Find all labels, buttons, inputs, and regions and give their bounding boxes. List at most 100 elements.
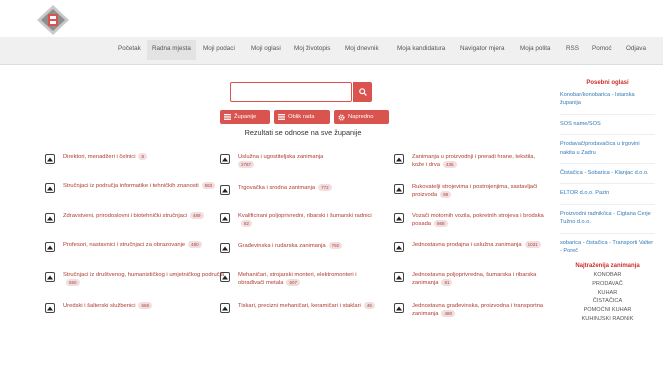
zupanije-button[interactable]: Županije bbox=[220, 110, 270, 124]
category-item[interactable]: Trgovačka i srodna zanimanja 772 bbox=[220, 184, 406, 195]
special-ad-link[interactable]: Konobar/konobarica - Istarska županija bbox=[560, 91, 655, 115]
nav-item-pomoc[interactable]: Pomoć bbox=[592, 45, 612, 52]
category-toggle-icon[interactable] bbox=[45, 183, 55, 193]
category-toggle-icon[interactable] bbox=[394, 213, 404, 223]
category-label: Rukovatelji strojevima i postrojenjima, … bbox=[412, 184, 538, 199]
top-job-link[interactable]: KUHAR bbox=[560, 289, 655, 298]
category-item[interactable]: Vozači motornih vozila, pokretnih stroje… bbox=[394, 212, 547, 229]
category-toggle-icon[interactable] bbox=[45, 154, 55, 164]
main-nav: Početak Radna mjesta Moji podaci Moji og… bbox=[0, 37, 663, 65]
category-item[interactable]: Uredski i šalterski službenici 668 bbox=[45, 302, 231, 313]
special-ad-link[interactable]: SOS name/SOS bbox=[560, 120, 655, 136]
nav-item-odjava[interactable]: Odjava bbox=[626, 45, 646, 52]
category-count-badge: 2787 bbox=[238, 161, 255, 169]
special-ad-link[interactable]: Čistačica - Sobarica - Klanjac d.o.o. bbox=[560, 169, 655, 185]
category-toggle-icon[interactable] bbox=[220, 272, 230, 282]
category-count-badge: 489 bbox=[190, 212, 204, 219]
category-count-badge: 81 bbox=[441, 279, 453, 287]
nav-item-navigator-mjera[interactable]: Navigator mjera bbox=[460, 45, 504, 52]
results-text: Rezultati se odnose na sve županije bbox=[244, 128, 362, 137]
top-job-link[interactable]: KONOBAR bbox=[560, 271, 655, 280]
top-job-link[interactable]: KUHINJSKI RADNIK bbox=[560, 315, 655, 324]
nav-item-moji-podaci[interactable]: Moji podaci bbox=[203, 45, 235, 52]
category-toggle-icon[interactable] bbox=[394, 184, 404, 194]
category-label: Uredski i šalterski službenici bbox=[63, 303, 136, 310]
category-item[interactable]: Rukovatelji strojevima i postrojenjima, … bbox=[394, 183, 547, 200]
special-ads-sidebar: Posebni oglasi Konobar/konobarica - Ista… bbox=[560, 80, 655, 323]
category-toggle-icon[interactable] bbox=[220, 154, 230, 164]
special-ad-link[interactable]: Proizvodni radnik/ica - Cigtana Cerje Tu… bbox=[560, 210, 655, 234]
category-item[interactable]: Stručnjaci iz društvenog, humanističkog … bbox=[45, 271, 231, 288]
category-item[interactable]: Profesori, nastavnici i stručnjaci za ob… bbox=[45, 241, 231, 252]
top-job-link[interactable]: PRODAVAČ bbox=[560, 280, 655, 289]
category-label: Stručnjaci iz područja informatike i teh… bbox=[63, 183, 199, 190]
category-item[interactable]: Stručnjaci iz područja informatike i teh… bbox=[45, 182, 231, 193]
category-item[interactable]: Direktori, menadžeri i čelnici 8 bbox=[45, 153, 231, 164]
category-toggle-icon[interactable] bbox=[45, 303, 55, 313]
category-item[interactable]: Uslužna i ugostiteljska zanimanja 2787 bbox=[220, 153, 406, 170]
category-label: Vozači motornih vozila, pokretnih stroje… bbox=[412, 213, 544, 228]
category-toggle-icon[interactable] bbox=[45, 242, 55, 252]
category-toggle-icon[interactable] bbox=[220, 243, 230, 253]
category-count-badge: 668 bbox=[138, 302, 152, 309]
nav-item-rss[interactable]: RSS bbox=[566, 45, 579, 52]
category-label: Zdravstveni, prirodoslovni i biotehnički… bbox=[63, 213, 188, 220]
category-item[interactable]: Tiskari, precizni mehaničari, keramičari… bbox=[220, 302, 378, 313]
category-item[interactable]: Mehaničari, strojarski monteri, elektrom… bbox=[220, 271, 378, 288]
category-count-badge: 435 bbox=[443, 161, 457, 169]
nav-item-moj-dnevnik[interactable]: Moj dnevnik bbox=[345, 45, 379, 52]
category-count-badge: 1031 bbox=[524, 241, 541, 248]
oblik-rada-button[interactable]: Oblik rada bbox=[274, 110, 330, 124]
category-item[interactable]: Jednostavna građevinska, proizvodna i tr… bbox=[394, 302, 547, 319]
category-toggle-icon[interactable] bbox=[45, 213, 55, 223]
top-job-link[interactable]: ČISTAČICA bbox=[560, 297, 655, 306]
top-jobs-title: Najtraženija zanimanja bbox=[575, 263, 640, 270]
category-toggle-icon[interactable] bbox=[394, 154, 404, 164]
category-toggle-icon[interactable] bbox=[394, 272, 404, 282]
category-item[interactable]: Jednostavna prodajna i uslužna zanimanja… bbox=[394, 241, 547, 252]
category-label: Građevinska i rudarska zanimanja bbox=[238, 243, 326, 250]
category-toggle-icon[interactable] bbox=[394, 303, 404, 313]
category-toggle-icon[interactable] bbox=[394, 242, 404, 252]
list-icon bbox=[224, 114, 231, 120]
category-count-badge: 868 bbox=[434, 220, 448, 228]
category-label: Direktori, menadžeri i čelnici bbox=[63, 154, 136, 161]
special-ad-link[interactable]: sobarica - čistačica - Transporti Valter… bbox=[560, 239, 655, 262]
category-label: Trgovačka i srodna zanimanja bbox=[238, 185, 316, 192]
category-count-badge: 46 bbox=[363, 302, 375, 309]
special-ad-link[interactable]: ELTOR d.o.o. Pazin bbox=[560, 189, 655, 205]
nav-item-moji-oglasi[interactable]: Moji oglasi bbox=[251, 45, 281, 52]
category-item[interactable]: Kvalificirani poljoprivredni, ribarski i… bbox=[220, 212, 378, 229]
nav-item-moja-polita[interactable]: Moja polita bbox=[520, 45, 550, 52]
special-ad-link[interactable]: Prodavač/prodavačica u trgovini nakita u… bbox=[560, 140, 655, 164]
category-toggle-icon[interactable] bbox=[220, 303, 230, 313]
top-job-link[interactable]: POMOĆNI KUHAR bbox=[560, 306, 655, 315]
category-label: Zanimanja u proizvodnji i preradi hrane,… bbox=[412, 154, 536, 169]
category-toggle-icon[interactable] bbox=[220, 185, 230, 195]
search-button[interactable] bbox=[353, 82, 372, 102]
category-item[interactable]: Zdravstveni, prirodoslovni i biotehnički… bbox=[45, 212, 231, 223]
nav-item-moja-kandidatura[interactable]: Moja kandidatura bbox=[397, 45, 445, 52]
category-count-badge: 772 bbox=[318, 184, 332, 191]
napredno-button[interactable]: Napredno bbox=[334, 110, 389, 124]
category-item[interactable]: Jednostavna poljoprivredna, šumarska i r… bbox=[394, 271, 547, 288]
search-icon bbox=[358, 88, 367, 96]
nav-item-radna-mjesta[interactable]: Radna mjesta bbox=[147, 40, 196, 60]
category-count-badge: 8 bbox=[138, 153, 147, 160]
category-toggle-icon[interactable] bbox=[45, 272, 55, 282]
nav-item-moj-zivotopis[interactable]: Moj životopis bbox=[294, 45, 330, 52]
category-label: Profesori, nastavnici i stručnjaci za ob… bbox=[63, 242, 186, 249]
category-count-badge: 480 bbox=[188, 241, 202, 248]
category-item[interactable]: Zanimanja u proizvodnji i preradi hrane,… bbox=[394, 153, 547, 170]
category-count-badge: 583 bbox=[201, 182, 216, 189]
rm-logo-icon[interactable] bbox=[36, 4, 70, 36]
nav-item-pocetak[interactable]: Početak bbox=[118, 45, 141, 52]
sidebar-title: Posebni oglasi bbox=[586, 80, 629, 86]
search-bar bbox=[230, 82, 372, 102]
search-input[interactable] bbox=[230, 82, 352, 102]
list-icon bbox=[278, 114, 285, 120]
category-count-badge: 792 bbox=[328, 242, 343, 249]
category-toggle-icon[interactable] bbox=[220, 213, 230, 223]
category-item[interactable]: Građevinska i rudarska zanimanja 792 bbox=[220, 242, 406, 253]
category-count-badge: 480 bbox=[441, 310, 455, 318]
